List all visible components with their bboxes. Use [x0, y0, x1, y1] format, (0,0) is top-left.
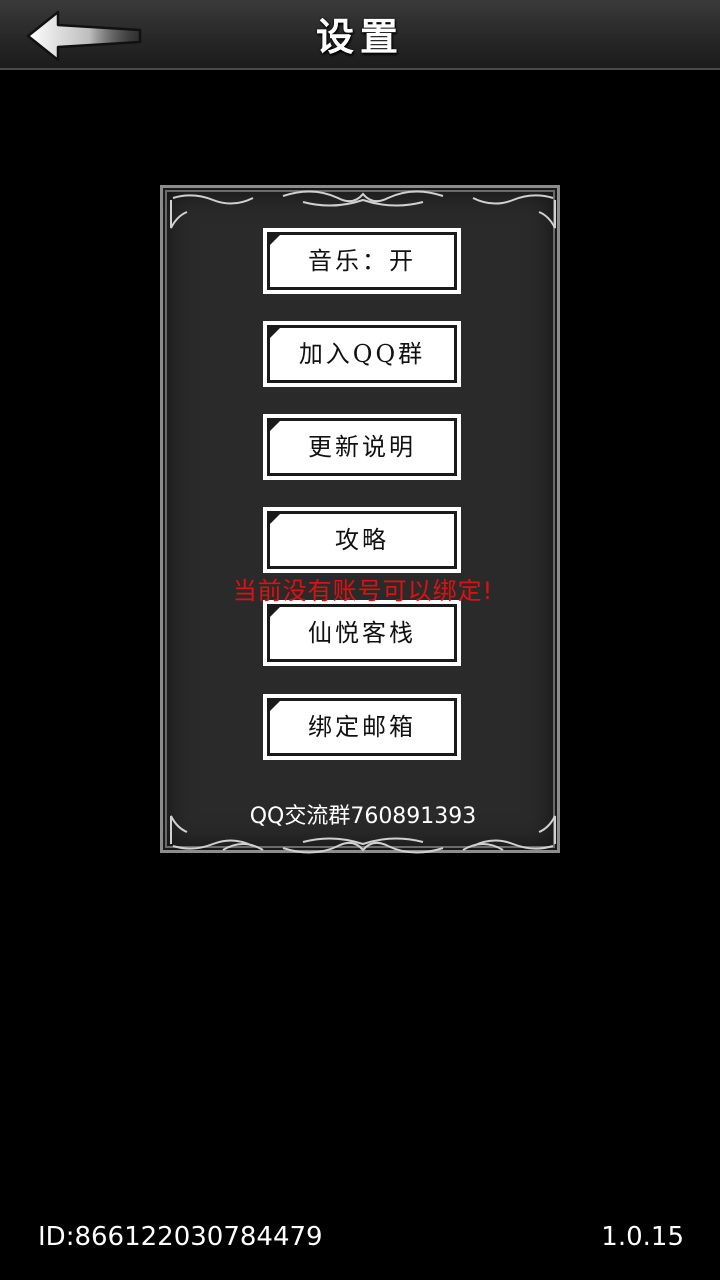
xianyue-inn-button[interactable]: 仙悦客栈 [263, 600, 461, 666]
bind-email-button[interactable]: 绑定邮箱 [263, 694, 461, 760]
music-toggle-label: 音乐：开 [308, 247, 416, 275]
guide-button[interactable]: 攻略 [263, 507, 461, 573]
header-bar: 设置 [0, 0, 720, 70]
qq-group-number: QQ交流群760891393 [249, 804, 477, 829]
update-notes-label: 更新说明 [308, 433, 416, 461]
no-account-warning: 当前没有账号可以绑定! [232, 577, 494, 605]
device-id: ID:866122030784479 [38, 1222, 323, 1252]
back-button[interactable] [22, 8, 142, 64]
update-notes-button[interactable]: 更新说明 [263, 414, 461, 480]
app-version: 1.0.15 [601, 1222, 684, 1252]
music-toggle-button[interactable]: 音乐：开 [263, 228, 461, 294]
guide-label: 攻略 [335, 526, 389, 554]
settings-panel: 音乐：开 加入QQ群 更新说明 攻略 仙悦客栈 绑定邮箱 当前没有账号可以绑定!… [160, 185, 560, 854]
join-qq-group-label: 加入QQ群 [298, 340, 426, 368]
join-qq-group-button[interactable]: 加入QQ群 [263, 321, 461, 387]
xianyue-inn-label: 仙悦客栈 [308, 619, 416, 647]
arrow-left-icon [26, 10, 142, 62]
bind-email-label: 绑定邮箱 [308, 713, 416, 741]
